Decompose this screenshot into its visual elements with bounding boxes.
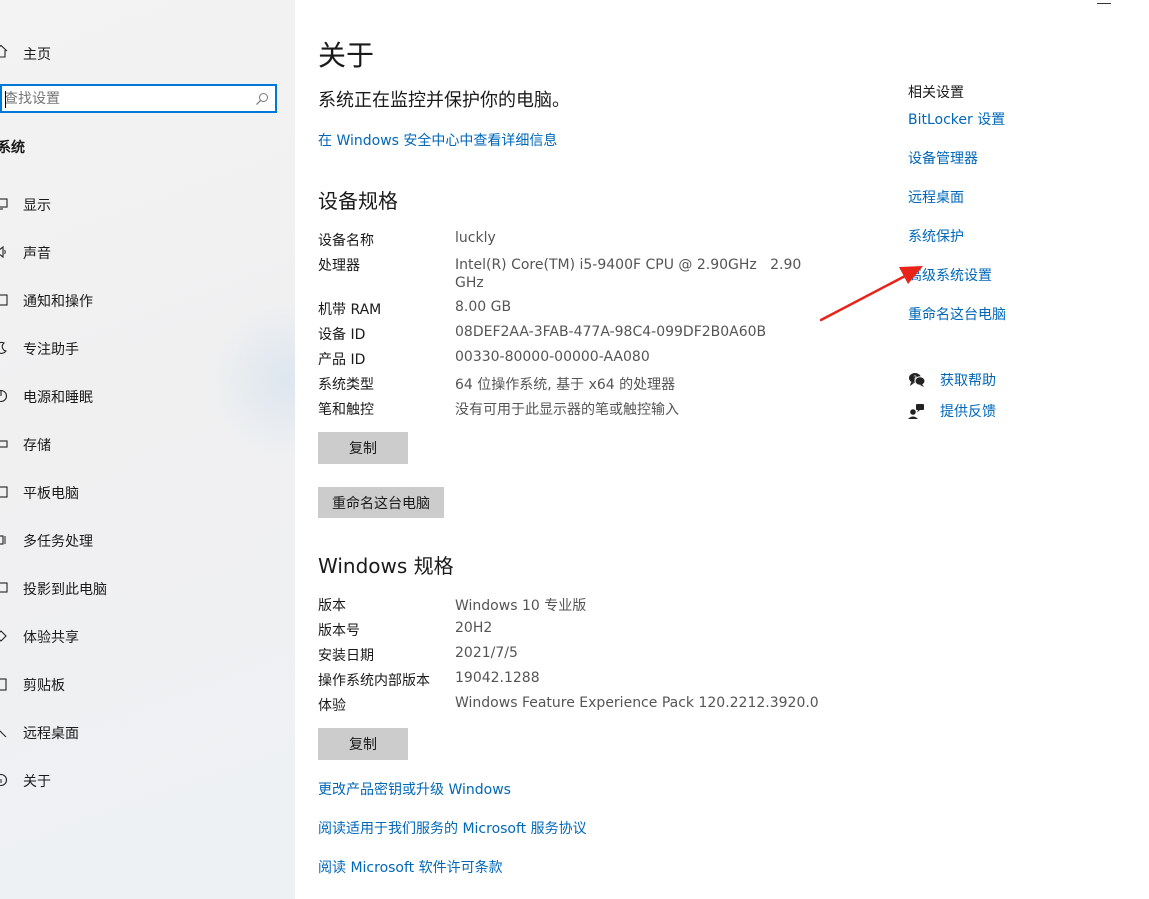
get-help-row[interactable]: ? 获取帮助 xyxy=(908,369,1048,391)
sidebar-item-label: 通知和操作 xyxy=(23,294,93,310)
sidebar-home-label: 主页 xyxy=(23,47,51,63)
spec-value: 00330-80000-00000-AA080 xyxy=(455,349,650,365)
feedback-icon xyxy=(908,404,924,419)
feedback-row[interactable]: 提供反馈 xyxy=(908,400,1048,422)
sidebar-item-label: 电源和睡眠 xyxy=(23,390,93,406)
spec-value: 08DEF2AA-3FAB-477A-98C4-099DF2B0A60B xyxy=(455,324,767,340)
text-caret xyxy=(5,91,6,108)
get-help-icon: ? xyxy=(909,373,926,387)
sidebar-item-info[interactable]: 关于 xyxy=(0,767,290,793)
sidebar-item-shared-experiences[interactable]: 体验共享 xyxy=(0,623,290,649)
sidebar-item-power[interactable]: 电源和睡眠 xyxy=(0,383,290,409)
device-specs-heading: 设备规格 xyxy=(318,189,398,213)
spec-label: 版本 xyxy=(318,598,346,614)
spec-value: Intel(R) Core(TM) i5-9400F CPU @ 2.90GHz… xyxy=(455,257,802,273)
sidebar-item-tablet[interactable]: 平板电脑 xyxy=(0,479,290,505)
spec-label: 操作系统内部版本 xyxy=(318,673,430,689)
spec-label: 设备名称 xyxy=(318,233,374,249)
spec-value: 19042.1288 xyxy=(455,670,540,686)
get-help-link[interactable]: 获取帮助 xyxy=(940,370,996,390)
spec-label: 产品 ID xyxy=(318,352,366,368)
spec-value: 2021/7/5 xyxy=(455,645,518,661)
spec-label: 笔和触控 xyxy=(318,402,374,418)
spec-label: 安装日期 xyxy=(318,648,374,664)
windows-specs-heading: Windows 规格 xyxy=(318,554,454,578)
sidebar-item-storage[interactable]: 存储 xyxy=(0,431,290,457)
shared-experiences-icon xyxy=(0,630,7,642)
spec-label: 体验 xyxy=(318,698,346,714)
system-protection-link[interactable]: 系统保护 xyxy=(908,226,964,246)
spec-value: Windows Feature Experience Pack 120.2212… xyxy=(455,695,819,711)
spec-value: 20H2 xyxy=(455,620,493,636)
sidebar-item-label: 剪贴板 xyxy=(23,678,65,694)
spec-value: 8.00 GB xyxy=(455,299,512,315)
spec-value: 没有可用于此显示器的笔或触控输入 xyxy=(455,402,679,418)
spec-label: 设备 ID xyxy=(318,327,366,343)
storage-icon xyxy=(0,440,8,448)
search-input[interactable] xyxy=(2,86,234,111)
sound-icon xyxy=(0,245,6,259)
spec-label: 系统类型 xyxy=(318,377,374,393)
rename-pc-link[interactable]: 重命名这台电脑 xyxy=(908,304,1006,324)
search-icon[interactable] xyxy=(255,92,269,106)
sidebar-item-label: 专注助手 xyxy=(23,342,79,358)
remote-desktop-link[interactable]: 远程桌面 xyxy=(908,187,964,207)
multitasking-icon xyxy=(0,535,6,545)
copy-device-specs-button[interactable]: 复制 xyxy=(318,432,408,464)
home-icon xyxy=(0,44,8,58)
sidebar-item-projecting[interactable]: 投影到此电脑 xyxy=(0,575,290,601)
svg-text:?: ? xyxy=(913,375,917,383)
sidebar-item-multitasking[interactable]: 多任务处理 xyxy=(0,527,290,553)
spec-label: 版本号 xyxy=(318,623,360,639)
related-settings-title: 相关设置 xyxy=(908,85,964,101)
device-manager-link[interactable]: 设备管理器 xyxy=(908,148,978,168)
sidebar-item-remote-desktop[interactable]: 远程桌面 xyxy=(0,719,290,745)
tablet-icon xyxy=(0,486,8,498)
search-box[interactable] xyxy=(0,84,277,113)
power-icon xyxy=(0,389,8,403)
sidebar: 主页 系统 显示声音通知和操作专注助手电源和睡眠存储平板电脑多任务处理投影到此电… xyxy=(0,0,295,899)
sidebar-item-label: 声音 xyxy=(23,246,51,262)
sidebar-item-label: 平板电脑 xyxy=(23,486,79,502)
copy-windows-specs-button[interactable]: 复制 xyxy=(318,728,408,760)
remote-desktop-icon xyxy=(0,730,7,738)
focus-assist-icon xyxy=(0,341,7,354)
page-title: 关于 xyxy=(318,39,375,72)
notification-icon xyxy=(0,294,8,306)
service-agreement-link[interactable]: 阅读适用于我们服务的 Microsoft 服务协议 xyxy=(318,818,587,838)
sidebar-item-label: 关于 xyxy=(23,774,51,790)
sidebar-item-focus-assist[interactable]: 专注助手 xyxy=(0,335,290,361)
info-icon xyxy=(0,773,8,787)
spec-label: 处理器 xyxy=(318,258,360,274)
sidebar-item-label: 存储 xyxy=(23,438,51,454)
sidebar-item-sound[interactable]: 声音 xyxy=(0,239,290,265)
clipboard-icon xyxy=(0,678,7,691)
projecting-icon xyxy=(0,582,8,593)
sidebar-item-clipboard[interactable]: 剪贴板 xyxy=(0,671,290,697)
sidebar-section-title: 系统 xyxy=(0,140,25,156)
sidebar-item-label: 显示 xyxy=(23,198,51,214)
sidebar-item-label: 远程桌面 xyxy=(23,726,79,742)
sidebar-item-label: 多任务处理 xyxy=(23,534,93,550)
spec-value: luckly xyxy=(455,230,496,246)
window-control-fragment xyxy=(1097,0,1111,4)
bitlocker-settings-link[interactable]: BitLocker 设置 xyxy=(908,109,1005,129)
sidebar-item-notification[interactable]: 通知和操作 xyxy=(0,287,290,313)
rename-pc-button[interactable]: 重命名这台电脑 xyxy=(318,487,444,518)
protection-status: 系统正在监控并保护你的电脑。 xyxy=(318,90,570,111)
change-product-key-link[interactable]: 更改产品密钥或升级 Windows xyxy=(318,779,511,799)
feedback-link[interactable]: 提供反馈 xyxy=(940,401,996,421)
license-terms-link[interactable]: 阅读 Microsoft 软件许可条款 xyxy=(318,857,503,877)
sidebar-item-label: 投影到此电脑 xyxy=(23,582,107,598)
spec-value-continued: GHz xyxy=(455,275,484,291)
spec-value: Windows 10 专业版 xyxy=(455,598,587,614)
spec-label: 机带 RAM xyxy=(318,302,382,318)
sidebar-item-display[interactable]: 显示 xyxy=(0,191,290,217)
spec-value: 64 位操作系统, 基于 x64 的处理器 xyxy=(455,377,676,393)
advanced-system-settings-link[interactable]: 高级系统设置 xyxy=(908,265,992,285)
sidebar-item-label: 体验共享 xyxy=(23,630,79,646)
security-center-link[interactable]: 在 Windows 安全中心中查看详细信息 xyxy=(318,130,557,150)
display-icon xyxy=(0,198,8,210)
